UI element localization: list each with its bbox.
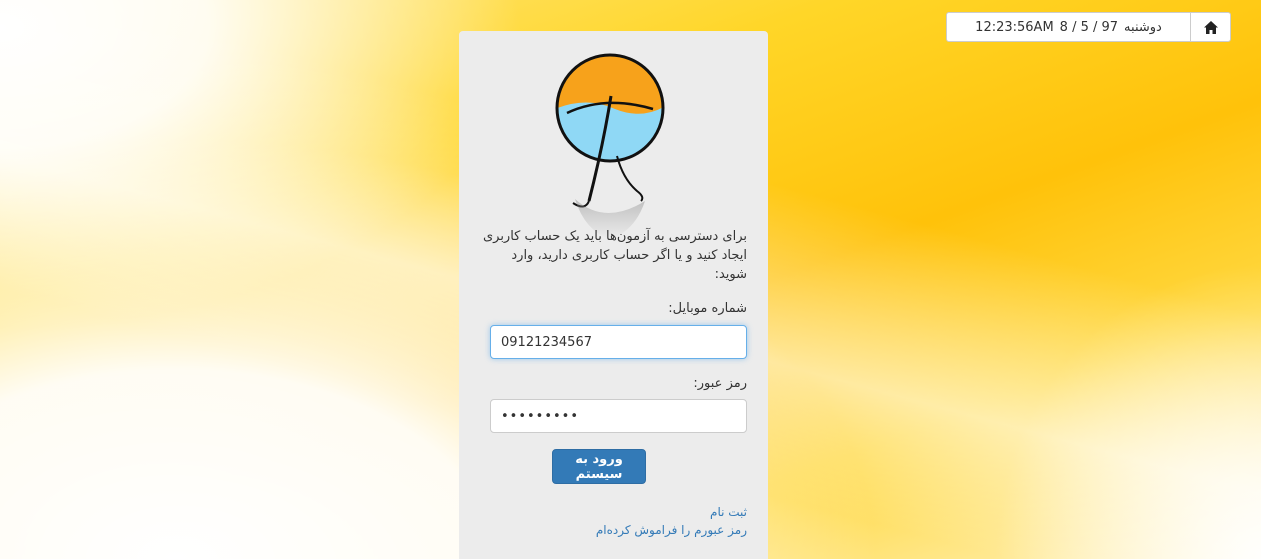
mobile-label: شماره موبایل: [668,301,747,316]
forgot-password-link[interactable]: رمز عبورم را فراموش کرده‌ام [596,523,747,537]
datetime-display: 12:23:56AM 8 / 5 / 97 دوشنبه [946,12,1191,42]
date-text: 8 / 5 / 97 [1059,19,1119,35]
time-text: 12:23:56AM [975,19,1054,35]
password-label: رمز عبور: [693,376,747,391]
login-button[interactable]: ورود به سیستم [552,449,646,484]
intro-text: برای دسترسی به آزمون‌ها باید یک حساب کار… [482,229,747,282]
logo-image [555,53,665,239]
mobile-input[interactable] [490,325,747,359]
register-link[interactable]: ثبت نام [710,505,747,519]
home-button[interactable] [1191,12,1231,42]
weekday-text: دوشنبه [1124,19,1162,35]
login-panel: برای دسترسی به آزمون‌ها باید یک حساب کار… [459,31,768,559]
home-icon [1203,20,1218,34]
password-input[interactable] [490,399,747,433]
top-toolbar: 12:23:56AM 8 / 5 / 97 دوشنبه [946,12,1231,42]
